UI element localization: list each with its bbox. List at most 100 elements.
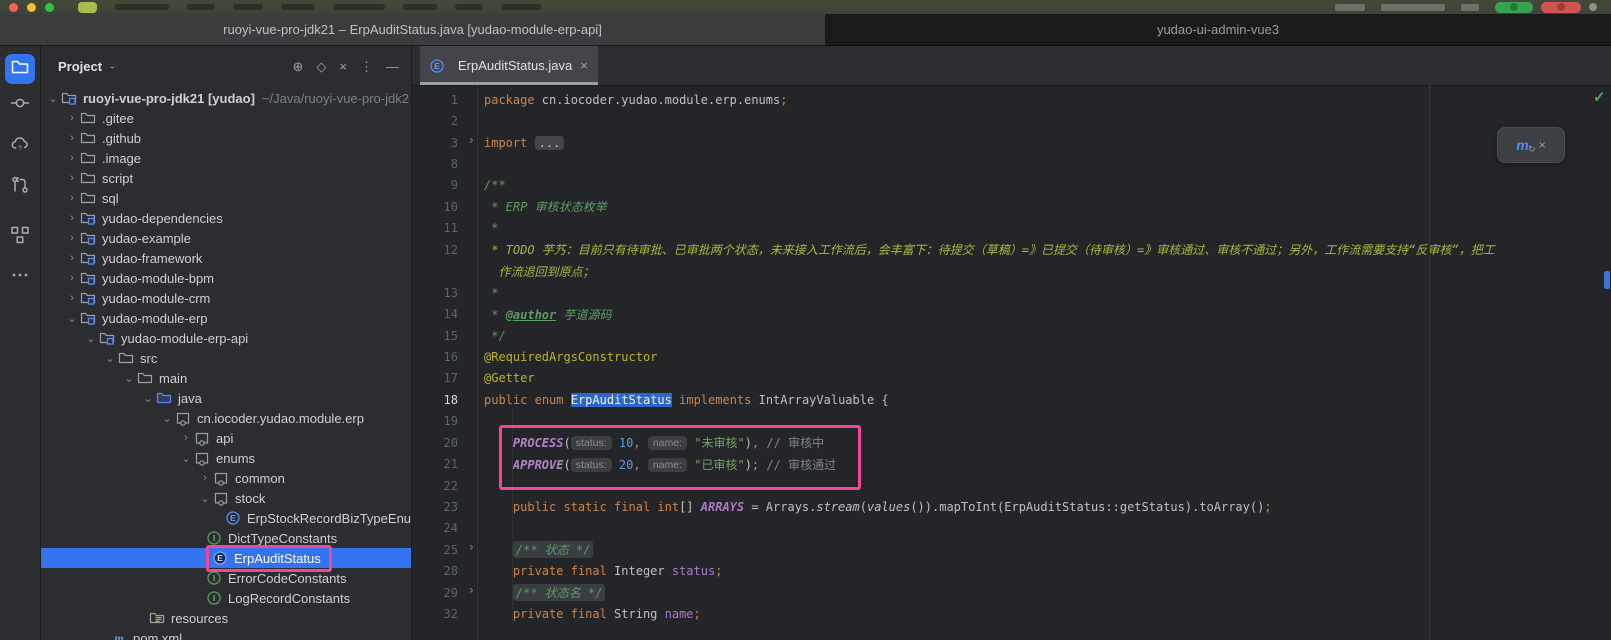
line-number[interactable]: 17 [412, 371, 458, 385]
tree-item-yudao-module-erp-api[interactable]: ⌄yudao-module-erp-api [41, 328, 411, 348]
gutter[interactable]: 3› [412, 132, 478, 153]
line-number[interactable]: 22 [412, 479, 458, 493]
collapse-all-icon[interactable]: × [339, 60, 347, 73]
chevron-collapsed-icon[interactable]: › [64, 292, 80, 304]
line-number[interactable]: 12 [412, 243, 458, 257]
code-text[interactable]: public enum ErpAuditStatus implements In… [478, 393, 889, 407]
chevron-collapsed-icon[interactable]: › [178, 432, 194, 444]
tab-erpauditstatus-java[interactable]: E ErpAuditStatus.java × [420, 46, 598, 85]
tree-item-api[interactable]: ›api [41, 428, 411, 448]
line-number[interactable]: 1 [412, 93, 458, 107]
close-button[interactable] [9, 3, 18, 12]
line-number[interactable]: 11 [412, 221, 458, 235]
tool-stripe-structure[interactable] [5, 222, 35, 252]
code-text[interactable]: public static final int[] ARRAYS = Array… [478, 500, 1272, 514]
gutter[interactable]: 29› [412, 582, 478, 603]
tool-stripe-project-active[interactable] [5, 54, 35, 84]
chevron-expanded-icon[interactable]: ⌄ [140, 392, 156, 405]
gutter[interactable]: 15 [412, 325, 478, 346]
gutter[interactable] [412, 261, 478, 282]
tool-stripe-cloud-question[interactable]: ? [5, 131, 35, 161]
tree-item-script[interactable]: ›script [41, 168, 411, 188]
tool-stripe-commit[interactable] [5, 90, 35, 120]
gutter[interactable]: 28 [412, 561, 478, 582]
chevron-collapsed-icon[interactable]: › [197, 472, 213, 484]
tree-item-yudao-example[interactable]: ›yudao-example [41, 228, 411, 248]
code-text[interactable]: /** [478, 178, 506, 192]
line-number[interactable]: 24 [412, 521, 458, 535]
gutter[interactable]: 32 [412, 604, 478, 625]
code-text[interactable]: private final Integer status; [478, 564, 722, 578]
line-number[interactable]: 28 [412, 564, 458, 578]
line-number[interactable]: 13 [412, 286, 458, 300]
code-text[interactable]: * TODO 芋艿：目前只有待审批、已审批两个状态，未来接入工作流后，会丰富下：… [478, 241, 1495, 258]
close-icon[interactable]: × [1539, 138, 1546, 152]
tree-item-erpstockrecordbiztypeenum[interactable]: EErpStockRecordBizTypeEnum [41, 508, 411, 528]
code-text[interactable]: * ERP 审核状态枚举 [478, 198, 607, 215]
gutter[interactable]: 23 [412, 496, 478, 517]
chevron-expanded-icon[interactable]: ⌄ [159, 412, 175, 425]
hide-panel-icon[interactable]: — [386, 60, 399, 73]
gutter[interactable]: 2 [412, 110, 478, 131]
minimize-button[interactable] [27, 3, 36, 12]
tree-item-src[interactable]: ⌄src [41, 348, 411, 368]
tree-item-resources[interactable]: resources [41, 608, 411, 628]
tree-item-yudao-module-erp[interactable]: ⌄yudao-module-erp [41, 308, 411, 328]
chevron-expanded-icon[interactable]: ⌄ [64, 312, 80, 325]
code-editor[interactable]: 1 package cn.iocoder.yudao.module.erp.enu… [412, 86, 1611, 640]
line-number[interactable]: 20 [412, 436, 458, 450]
scrollbar-analysis-marker[interactable] [1604, 271, 1610, 289]
folded-region[interactable]: /** 状态 */ [513, 541, 594, 558]
code-text[interactable]: @RequiredArgsConstructor [478, 350, 657, 364]
tree-item-yudao-module-bpm[interactable]: ›yudao-module-bpm [41, 268, 411, 288]
tree-item--image[interactable]: ›.image [41, 148, 411, 168]
line-number[interactable]: 23 [412, 500, 458, 514]
tree-item-stock[interactable]: ⌄stock [41, 488, 411, 508]
code-text[interactable]: package cn.iocoder.yudao.module.erp.enum… [478, 93, 787, 107]
line-number[interactable]: 19 [412, 414, 458, 428]
code-text[interactable]: 作流退回到原点； [478, 263, 594, 280]
more-options-icon[interactable]: ⋮ [360, 60, 373, 73]
tree-item-yudao-module-crm[interactable]: ›yudao-module-crm [41, 288, 411, 308]
menu-extra-icon[interactable] [1589, 3, 1597, 11]
code-text[interactable]: * @author 芋道源码 [478, 306, 612, 323]
code-text[interactable]: PROCESS(status: 10, name: "未审核"), // 审核中 [478, 434, 824, 451]
line-number[interactable]: 15 [412, 329, 458, 343]
expand-collapse-icon[interactable]: ◇ [316, 60, 326, 73]
code-text[interactable]: * [478, 221, 498, 235]
fold-arrow-icon[interactable]: › [468, 133, 475, 147]
code-text[interactable]: import ... [478, 136, 564, 150]
gutter[interactable]: 24 [412, 518, 478, 539]
tree-item-main[interactable]: ⌄main [41, 368, 411, 388]
locate-opened-file-icon[interactable]: ⊕ [293, 60, 304, 73]
chevron-collapsed-icon[interactable]: › [64, 172, 80, 184]
chevron-collapsed-icon[interactable]: › [64, 232, 80, 244]
code-text[interactable]: /** 状态 */ [478, 541, 593, 558]
tree-item-erpauditstatus[interactable]: EErpAuditStatus [41, 548, 411, 568]
line-number[interactable]: 32 [412, 607, 458, 621]
gutter[interactable]: 9 [412, 175, 478, 196]
code-text[interactable]: * [478, 286, 498, 300]
chevron-collapsed-icon[interactable]: › [64, 252, 80, 264]
code-text[interactable]: /** 状态名 */ [478, 584, 605, 601]
tree-item-enums[interactable]: ⌄enums [41, 448, 411, 468]
tree-item-pom-xml[interactable]: mpom.xml [41, 628, 411, 640]
tree-item-ruoyi-vue-pro-jdk21-yudao-[interactable]: ⌄ruoyi-vue-pro-jdk21 [yudao]~/Java/ruoyi… [41, 88, 411, 108]
gutter[interactable]: 1 [412, 89, 478, 110]
gutter[interactable]: 17 [412, 368, 478, 389]
code-text[interactable]: @Getter [478, 371, 535, 385]
maven-reload-icon[interactable]: m↻ [1516, 137, 1528, 153]
gutter[interactable]: 18 [412, 389, 478, 410]
chevron-collapsed-icon[interactable]: › [64, 112, 80, 124]
line-number[interactable]: 14 [412, 307, 458, 321]
tree-item-java[interactable]: ⌄java [41, 388, 411, 408]
line-number[interactable]: 8 [412, 157, 458, 171]
folded-region[interactable]: ... [535, 136, 565, 150]
code-text[interactable]: */ [478, 329, 506, 343]
zoom-button[interactable] [45, 3, 54, 12]
gutter[interactable]: 10 [412, 196, 478, 217]
line-number[interactable]: 10 [412, 200, 458, 214]
line-number[interactable]: 25 [412, 543, 458, 557]
line-number[interactable]: 3 [412, 136, 458, 150]
tool-stripe-more[interactable] [5, 262, 35, 292]
